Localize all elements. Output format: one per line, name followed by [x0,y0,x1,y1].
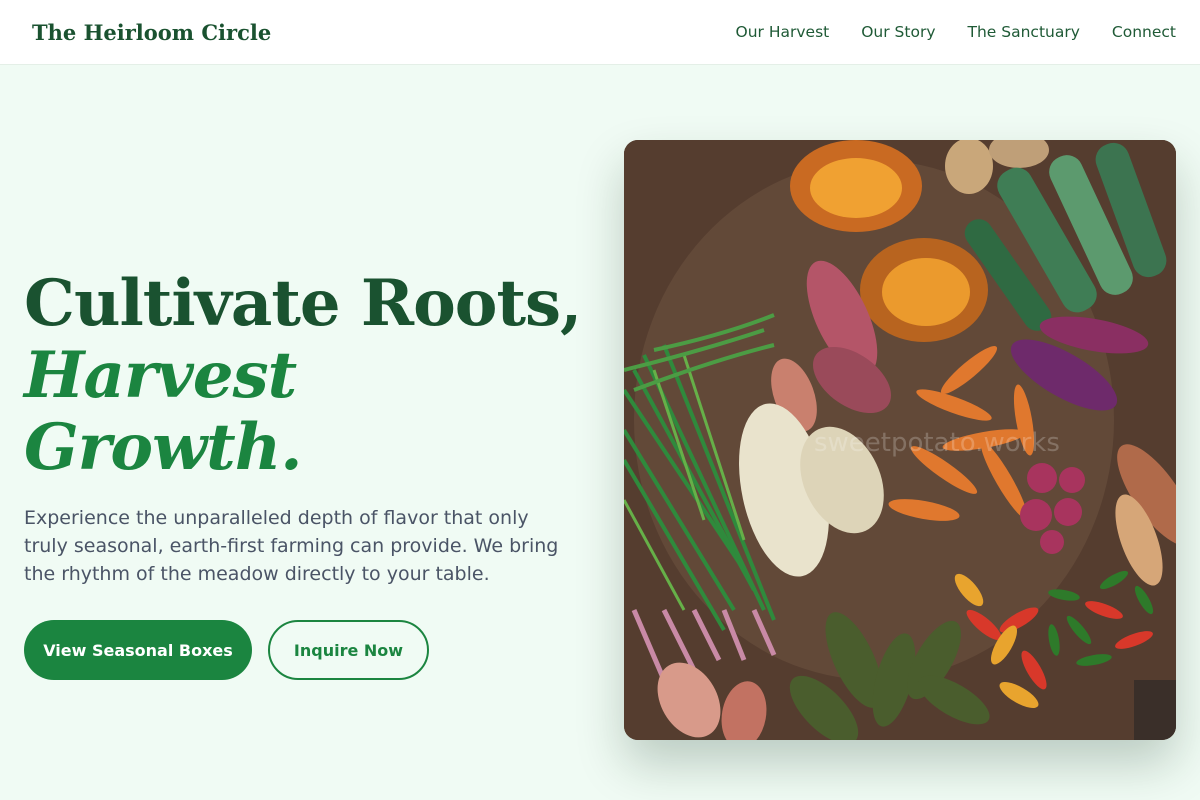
nav-the-sanctuary[interactable]: The Sanctuary [968,23,1080,41]
cta-group: View Seasonal Boxes Inquire Now [24,620,584,680]
nav-our-harvest[interactable]: Our Harvest [736,23,830,41]
hero-content: Cultivate Roots, Harvest Growth. Experie… [24,268,584,680]
hero-title-line2: Harvest Growth. [24,338,303,485]
hero-vegetables-image: sweetpotato.works [624,140,1176,740]
nav-our-story[interactable]: Our Story [861,23,935,41]
view-seasonal-boxes-button[interactable]: View Seasonal Boxes [24,620,252,680]
top-navbar: The Heirloom Circle Our Harvest Our Stor… [0,0,1200,65]
brand-logo[interactable]: The Heirloom Circle [32,20,271,45]
hero-title-line1: Cultivate Roots, [24,266,582,341]
image-watermark: sweetpotato.works [814,428,1060,458]
inquire-now-button[interactable]: Inquire Now [268,620,429,680]
nav-connect[interactable]: Connect [1112,23,1176,41]
hero-description: Experience the unparalleled depth of fla… [24,507,559,585]
hero-title: Cultivate Roots, Harvest Growth. [24,268,584,484]
main-nav: Our Harvest Our Story The Sanctuary Conn… [736,23,1176,41]
